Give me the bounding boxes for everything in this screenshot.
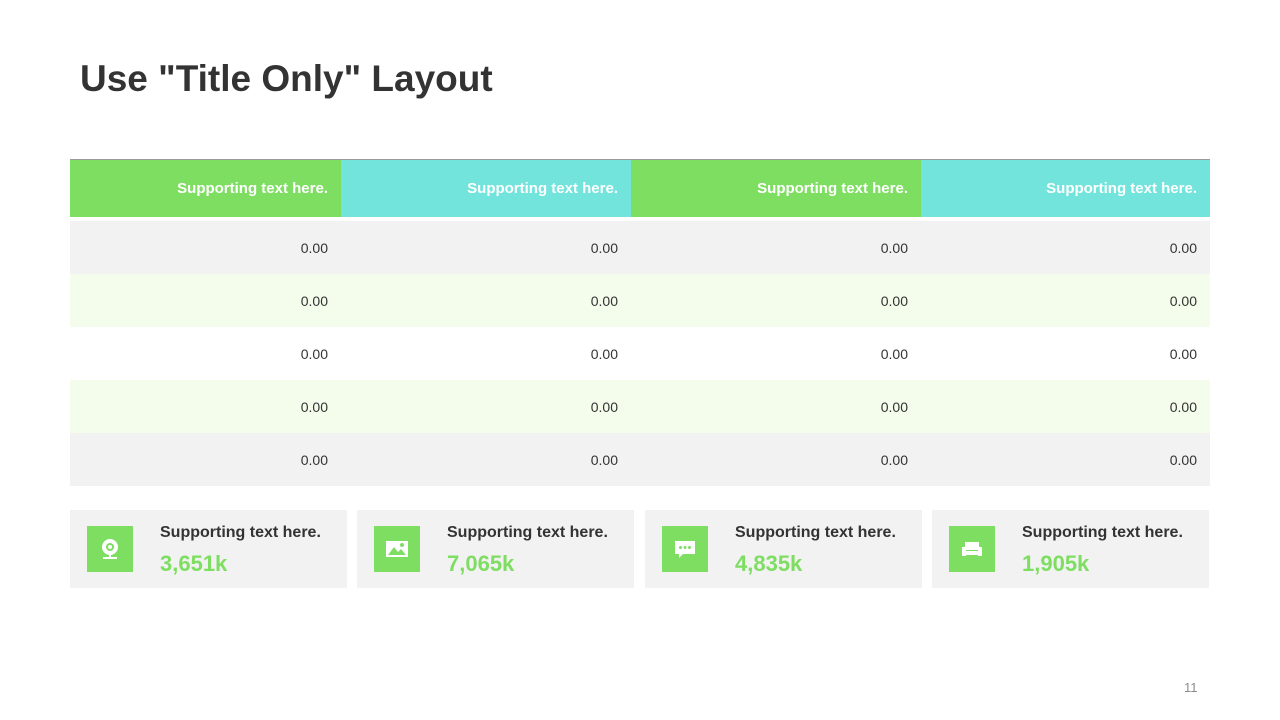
stat-label: Supporting text here. xyxy=(1022,524,1183,541)
table-cell: 0.00 xyxy=(921,327,1210,380)
table-cell: 0.00 xyxy=(921,433,1210,486)
table-row: 0.00 0.00 0.00 0.00 xyxy=(70,327,1210,380)
table-cell: 0.00 xyxy=(341,274,631,327)
stat-card: Supporting text here. 7,065k xyxy=(357,510,634,588)
stat-card: Supporting text here. 1,905k xyxy=(932,510,1209,588)
page-number: 11 xyxy=(1184,680,1198,695)
stat-card: Supporting text here. 3,651k xyxy=(70,510,347,588)
stat-value: 1,905k xyxy=(1022,551,1090,576)
table-header-cell: Supporting text here. xyxy=(631,159,921,217)
chat-icon xyxy=(662,526,708,572)
table-cell: 0.00 xyxy=(921,380,1210,433)
table-cell: 0.00 xyxy=(631,221,921,274)
table-cell: 0.00 xyxy=(631,380,921,433)
table-header-cell: Supporting text here. xyxy=(70,159,341,217)
table-cell: 0.00 xyxy=(70,327,341,380)
table-row: 0.00 0.00 0.00 0.00 xyxy=(70,380,1210,433)
stat-label: Supporting text here. xyxy=(447,524,608,541)
table-cell: 0.00 xyxy=(921,274,1210,327)
table-cell: 0.00 xyxy=(341,221,631,274)
stat-value: 3,651k xyxy=(160,551,228,576)
table-cell: 0.00 xyxy=(341,380,631,433)
webcam-icon xyxy=(87,526,133,572)
stat-value: 4,835k xyxy=(735,551,803,576)
stat-label: Supporting text here. xyxy=(160,524,321,541)
table-cell: 0.00 xyxy=(70,380,341,433)
table-header-cell: Supporting text here. xyxy=(341,159,631,217)
table-cell: 0.00 xyxy=(631,327,921,380)
stat-label: Supporting text here. xyxy=(735,524,896,541)
table-cell: 0.00 xyxy=(341,327,631,380)
table-row: 0.00 0.00 0.00 0.00 xyxy=(70,274,1210,327)
stat-value: 7,065k xyxy=(447,551,515,576)
table-cell: 0.00 xyxy=(921,221,1210,274)
table-header-row: Supporting text here. Supporting text he… xyxy=(70,159,1210,217)
table-cell: 0.00 xyxy=(70,221,341,274)
table-cell: 0.00 xyxy=(631,433,921,486)
table-row: 0.00 0.00 0.00 0.00 xyxy=(70,221,1210,274)
data-table: Supporting text here. Supporting text he… xyxy=(70,159,1210,486)
sofa-icon xyxy=(949,526,995,572)
table-cell: 0.00 xyxy=(631,274,921,327)
table-cell: 0.00 xyxy=(70,433,341,486)
slide-title: Use "Title Only" Layout xyxy=(80,58,493,99)
table-cell: 0.00 xyxy=(341,433,631,486)
stat-cards: Supporting text here. 3,651k Supporting … xyxy=(70,510,1210,588)
table-row: 0.00 0.00 0.00 0.00 xyxy=(70,433,1210,486)
image-icon xyxy=(374,526,420,572)
table-cell: 0.00 xyxy=(70,274,341,327)
slide: Use "Title Only" Layout Supporting text … xyxy=(0,0,1280,720)
stat-card: Supporting text here. 4,835k xyxy=(645,510,922,588)
table-header-cell: Supporting text here. xyxy=(921,159,1210,217)
